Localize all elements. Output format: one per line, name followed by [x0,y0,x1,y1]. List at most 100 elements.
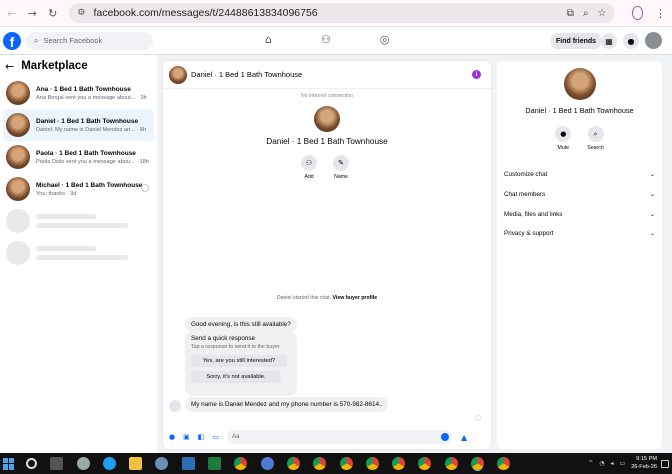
photo-icon[interactable]: ▣ [183,433,190,441]
install-app-icon[interactable]: ⧉ [567,8,574,19]
conversation-preview: Ana Bergal sent you a message about... ·… [36,94,147,101]
chat-header[interactable]: Daniel · 1 Bed 1 Bath Townhouse [163,61,491,89]
add-label: Add [304,174,314,180]
outlook-icon[interactable] [181,457,195,470]
app-icon[interactable] [155,457,169,470]
chrome-icon[interactable] [286,457,300,470]
quick-response-title: Send a quick response [191,335,256,342]
privacy-support-item[interactable]: Privacy & support ⌄ [497,224,662,244]
wifi-icon[interactable]: ◔ [599,460,604,467]
chat-panel: Daniel · 1 Bed 1 Bath Townhouse i No int… [163,61,491,449]
search-icon[interactable] [26,458,37,469]
chrome-icon[interactable] [444,457,458,470]
sender-avatar [169,400,181,412]
zoom-icon[interactable]: ⌕ [583,8,589,19]
add-person-icon: ⚇ [301,155,317,171]
chrome-icon[interactable] [365,457,379,470]
site-settings-icon[interactable]: ⚙ [77,8,85,18]
quick-response-subtitle: Tap a response to send it to the buyer. [191,344,281,350]
friends-icon[interactable]: ⚇ [321,33,331,46]
conversation-item[interactable]: Paola · 1 Bed 1 Bath Townhouse Paola Dis… [3,141,154,173]
excel-icon[interactable] [208,457,222,470]
browser-menu-icon[interactable]: ⋮ [655,7,666,20]
thumbs-up-icon[interactable]: ▲ [461,433,467,442]
message-bubble: Good evening, is this still available? [185,317,297,332]
quick-reply-sorry-button[interactable]: Sorry, it's not available. [191,371,281,383]
notifications-bell-icon[interactable]: ● [623,33,639,49]
message-input[interactable]: Aa [226,430,452,444]
chevron-down-icon: ⌄ [649,191,655,199]
chrome-icon[interactable] [497,457,511,470]
app-icon[interactable] [260,457,274,470]
sidebar-title: Marketplace [21,60,88,72]
forward-arrow-icon[interactable]: → [26,5,37,21]
conversation-name: Michael · 1 Bed 1 Bath Townhouse [36,181,143,189]
name-button[interactable]: ✎ Name [333,155,349,180]
customize-chat-item[interactable]: Customize chat ⌄ [497,165,662,185]
message-input-placeholder: Aa [231,434,240,440]
view-buyer-profile-link[interactable]: View buyer profile [333,295,378,301]
groups-icon[interactable]: ◎ [380,33,390,46]
chat-header-name: Daniel · 1 Bed 1 Bath Townhouse [191,70,303,79]
settings-gear-icon[interactable] [76,457,90,470]
mute-button[interactable]: ● Mute [555,126,572,151]
conversation-preview: You: thanks · 3d [36,190,77,197]
conversation-name: Paola · 1 Bed 1 Bath Townhouse [36,149,136,157]
seen-status-icon [475,415,481,421]
quick-response-card: Send a quick response Tap a response to … [185,331,297,396]
conversation-name: Ana · 1 Bed 1 Bath Townhouse [36,85,131,93]
windows-start-icon[interactable] [3,457,15,470]
back-arrow-icon[interactable]: ← [5,60,14,73]
chrome-icon-active[interactable] [471,457,485,470]
clock-time: 9:15 PM [636,456,657,462]
home-icon[interactable]: ⌂ [265,33,272,46]
sticker-icon[interactable]: ◧ [198,433,205,441]
conversation-item[interactable]: Michael · 1 Bed 1 Bath Townhouse You: th… [3,173,154,205]
chat-members-item[interactable]: Chat members ⌄ [497,185,662,205]
address-bar[interactable]: ⚙ facebook.com/messages/t/24488613834096… [69,3,615,23]
file-explorer-icon[interactable] [129,457,143,470]
chevron-down-icon: ⌄ [649,171,655,179]
chrome-icon[interactable] [392,457,406,470]
find-friends-button[interactable]: Find friends [551,33,602,49]
media-files-links-item[interactable]: Media, files and links ⌄ [497,204,662,224]
browser-toolbar: ← → ↻ ⚙ facebook.com/messages/t/24488613… [0,0,672,27]
search-placeholder: Search Facebook [43,36,103,45]
volume-icon[interactable]: ◂ [611,460,614,467]
chrome-icon[interactable] [234,457,248,470]
notification-icon[interactable] [661,459,669,468]
task-view-icon[interactable] [50,457,64,470]
info-icon[interactable]: i [472,70,481,79]
search-button[interactable]: ⌕ Search [587,126,604,151]
info-panel-title: Daniel · 1 Bed 1 Bath Townhouse [525,106,634,115]
gif-icon[interactable]: ▭ [212,433,219,441]
reload-icon[interactable]: ↻ [47,5,58,21]
chevron-up-icon[interactable]: ^ [588,460,593,467]
emoji-icon[interactable] [440,433,449,441]
windows-taskbar: ^ ◔ ◂ ▭ 9:15 PM 26-Feb-26 [0,453,672,474]
browser-profile-icon[interactable] [632,6,643,20]
chevron-down-icon: ⌄ [649,230,655,238]
quick-reply-yes-button[interactable]: Yes, are you still interested? [191,355,287,367]
menu-grid-icon[interactable]: ▦ [601,33,617,49]
add-button[interactable]: ⚇ Add [301,155,317,180]
conversation-item[interactable]: Ana · 1 Bed 1 Bath Townhouse Ana Bergal … [3,77,154,109]
bell-icon: ● [555,126,572,142]
microphone-icon[interactable]: ● [169,433,175,441]
back-arrow-icon[interactable]: ← [6,5,17,21]
chrome-icon[interactable] [418,457,432,470]
clock[interactable]: 9:15 PM 26-Feb-26 [631,456,657,471]
chrome-icon[interactable] [313,457,327,470]
search-input[interactable]: ⌕ Search Facebook [26,31,153,50]
chat-started-notice: Daniel started this chat. View buyer pro… [163,295,491,301]
listing-thumbnail [314,106,340,132]
edge-browser-icon[interactable] [102,457,116,470]
facebook-header: f ⌕ Search Facebook ⌂ ⚇ ◎ Find friends ▦… [0,27,672,55]
conversation-item-active[interactable]: Daniel · 1 Bed 1 Bath Townhouse Daniel: … [3,109,154,141]
menu-item-label: Chat members [504,191,546,199]
battery-icon[interactable]: ▭ [620,460,626,467]
account-avatar[interactable] [645,32,662,49]
bookmark-star-icon[interactable]: ☆ [597,8,606,19]
chrome-icon[interactable] [339,457,353,470]
facebook-logo[interactable]: f [3,31,21,50]
